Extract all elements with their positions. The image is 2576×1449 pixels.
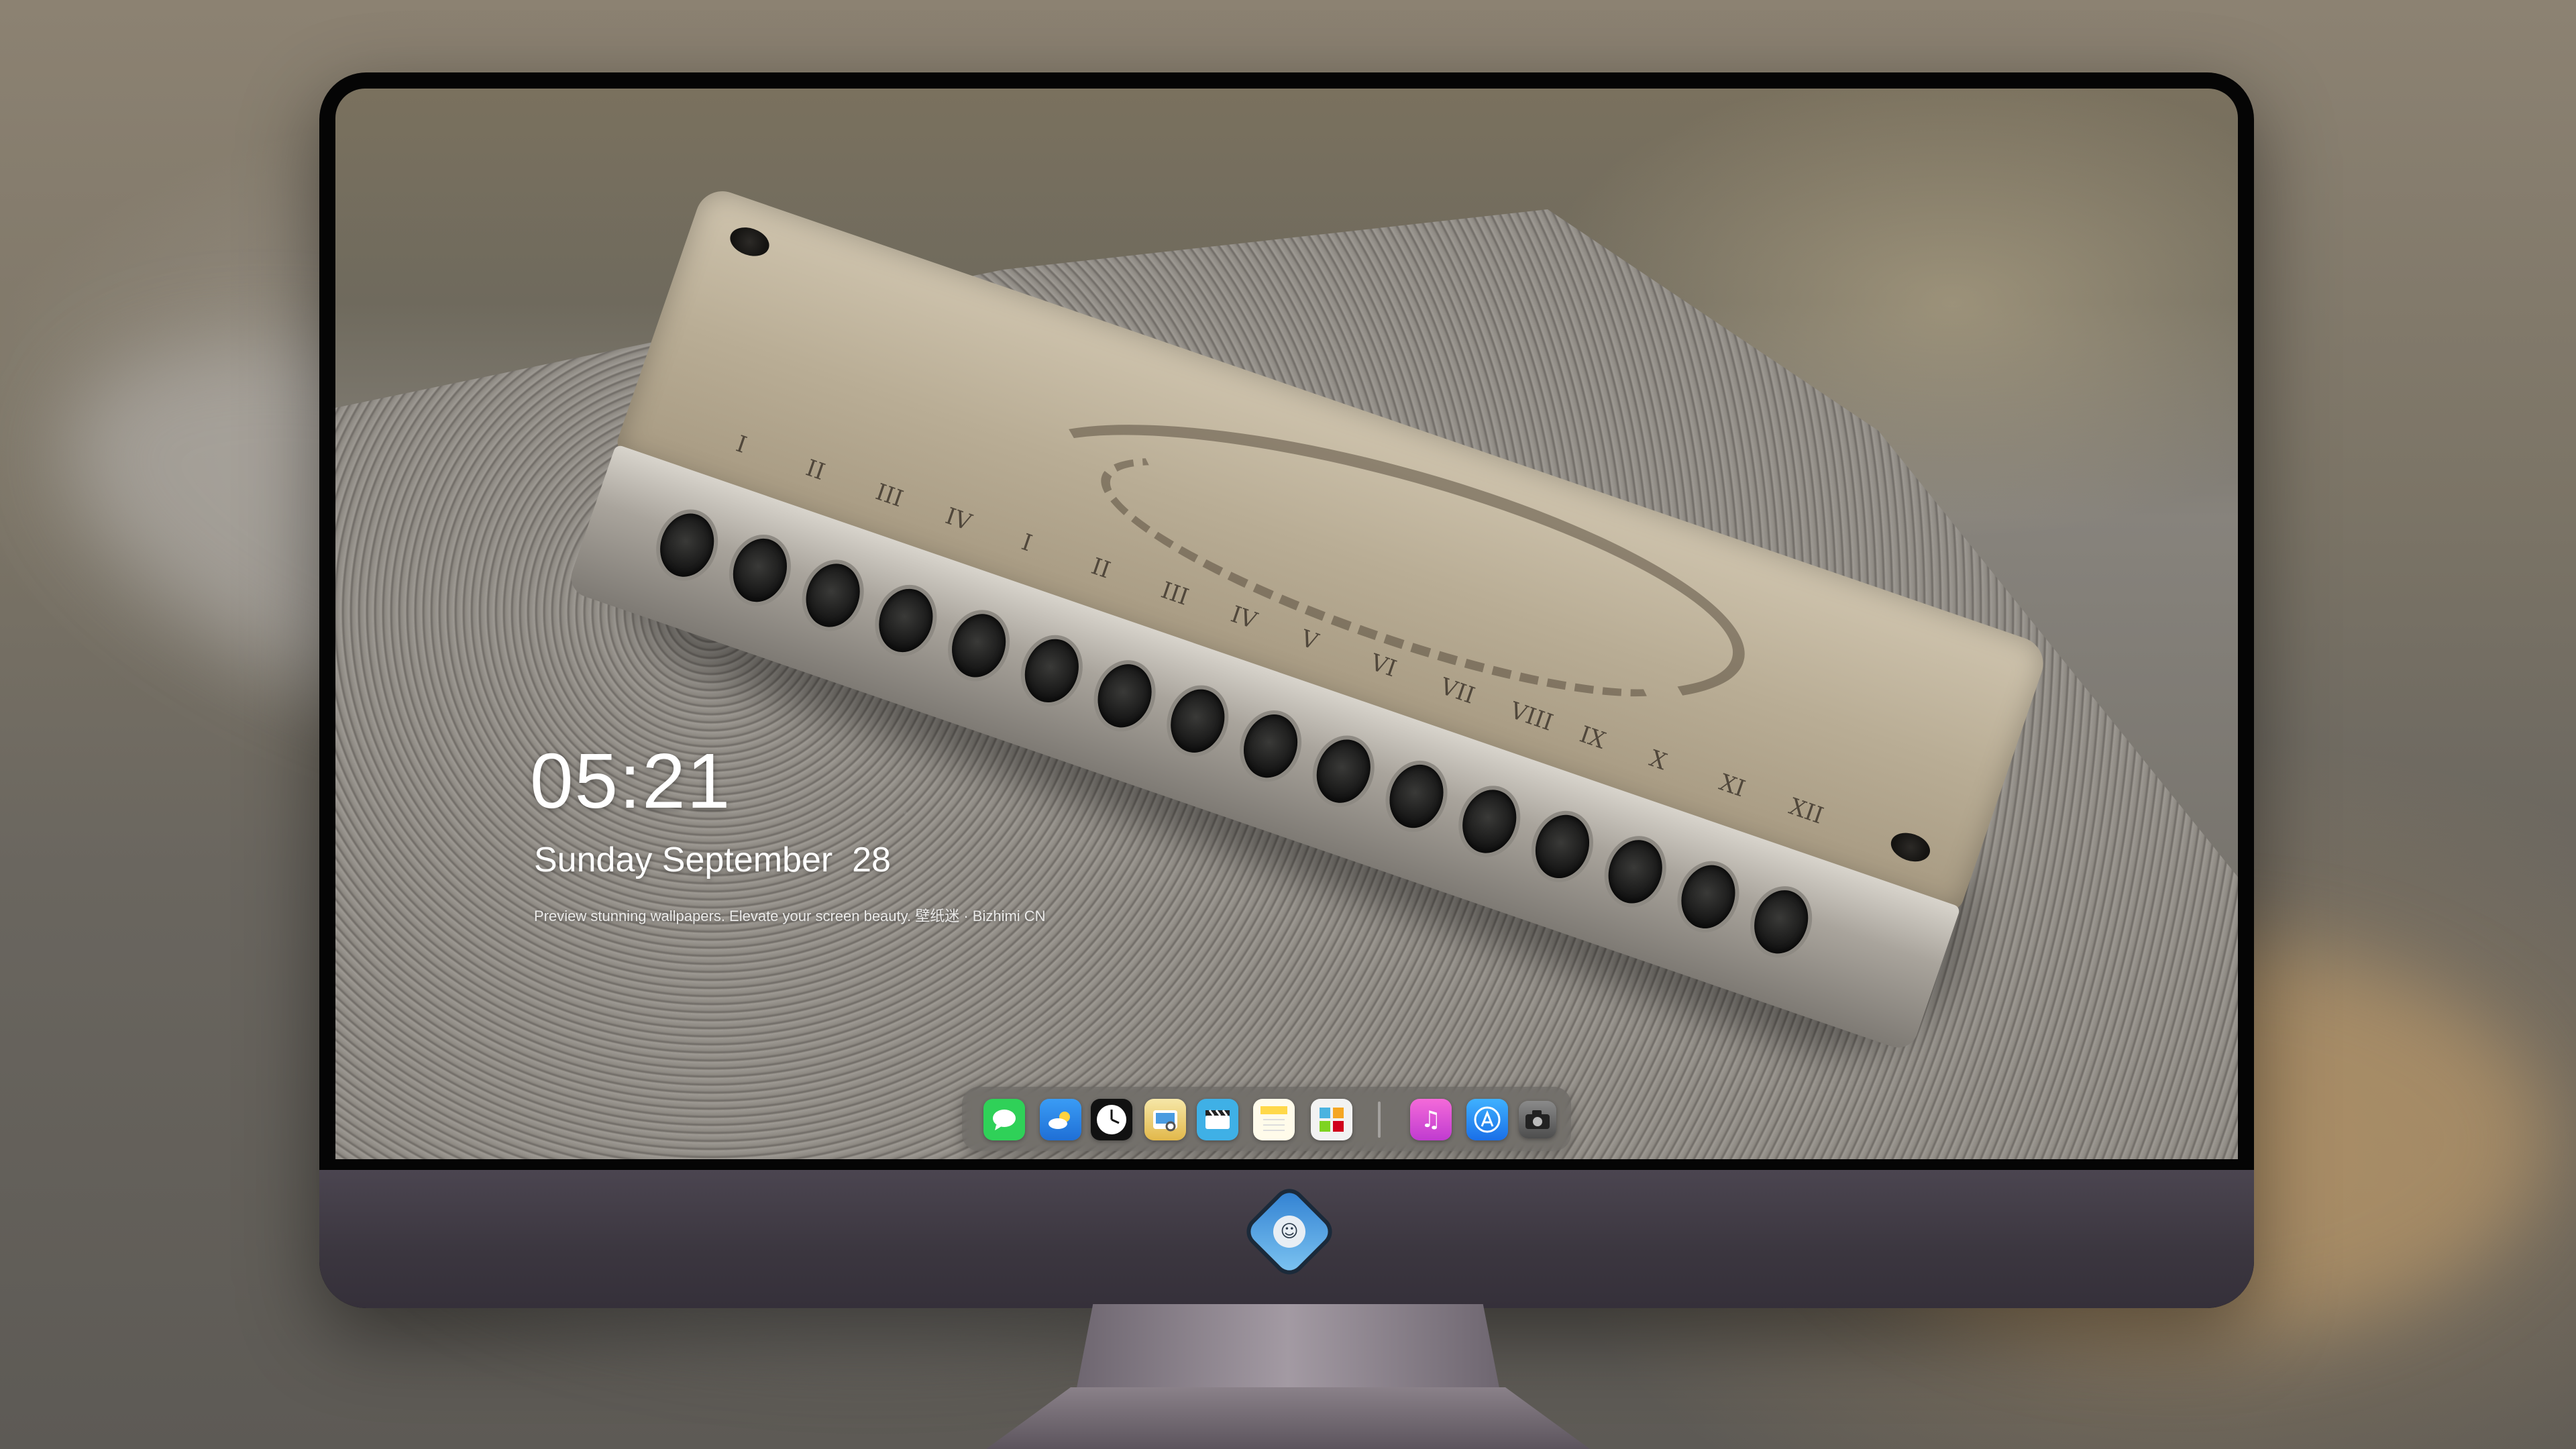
clips-icon[interactable] — [1197, 1099, 1238, 1140]
lock-date: Sunday September 28 — [534, 841, 891, 879]
harmonica-numeral: I — [733, 430, 750, 459]
mascot-icon: ☺ — [1273, 1216, 1305, 1248]
harmonica-numeral: VIII — [1506, 696, 1557, 737]
harmonica-numeral: IV — [942, 502, 975, 537]
brand-logo-icon: ☺ — [1245, 1187, 1334, 1276]
harmonica-numeral: XII — [1785, 793, 1827, 830]
app-store-icon[interactable] — [1466, 1099, 1508, 1140]
photo-booth-icon[interactable] — [1311, 1099, 1352, 1140]
notes-icon[interactable] — [1253, 1099, 1295, 1140]
lock-screen: I II III IV I II III IV V VI VII VIII IX… — [335, 89, 2238, 1159]
dock: ♫ — [962, 1087, 1571, 1151]
harmonica-numeral: IX — [1576, 720, 1609, 755]
itunes-icon[interactable]: ♫ — [1410, 1099, 1452, 1140]
lock-clock: 05:21 — [530, 737, 732, 824]
music-note-icon: ♫ — [1420, 1106, 1442, 1133]
messages-icon[interactable] — [983, 1099, 1025, 1140]
harmonica-numeral: III — [872, 478, 907, 513]
lock-tagline: Preview stunning wallpapers. Elevate you… — [534, 908, 1046, 924]
harmonica-numeral: I — [1018, 529, 1036, 557]
monitor: I II III IV I II III IV V VI VII VIII IX… — [319, 72, 2254, 1308]
screw-icon — [726, 222, 773, 262]
preview-icon[interactable] — [1144, 1099, 1186, 1140]
harmonica-numeral: X — [1646, 745, 1670, 776]
harmonica-numeral: XI — [1715, 769, 1749, 803]
harmonica-numeral: II — [802, 454, 828, 486]
monitor-stand-base — [986, 1387, 1590, 1449]
clock-icon[interactable] — [1091, 1099, 1132, 1140]
weather-icon[interactable] — [1040, 1099, 1081, 1140]
desktop-scene: I II III IV I II III IV V VI VII VIII IX… — [0, 0, 2576, 1449]
screw-icon — [1887, 828, 1934, 867]
monitor-stand-neck — [1076, 1304, 1500, 1391]
camera-icon[interactable] — [1519, 1101, 1556, 1138]
dock-divider — [1378, 1102, 1381, 1138]
monitor-chin: ☺ — [319, 1170, 2254, 1308]
